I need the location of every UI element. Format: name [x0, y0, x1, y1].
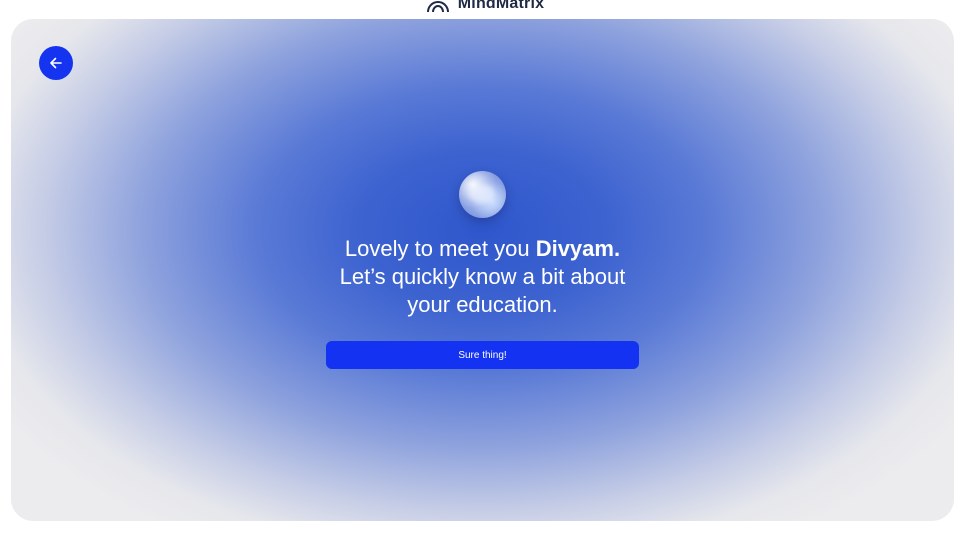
- greeting-message: Lovely to meet you Divyam. Let’s quickly…: [191, 235, 774, 319]
- assistant-orb: [459, 171, 506, 218]
- brand-name: MindMatrix: [457, 0, 545, 12]
- brand-header: MindMatrix: [0, 0, 970, 14]
- arch-logo-icon: [426, 1, 449, 12]
- greeting-line-2: Let’s quickly know a bit about: [339, 264, 626, 289]
- arrow-left-icon: [50, 57, 62, 69]
- user-name-suffix: .: [613, 236, 621, 261]
- greeting-prefix: Lovely to meet you: [344, 236, 536, 261]
- greeting-line-1: Lovely to meet you Divyam.: [191, 235, 774, 263]
- back-button[interactable]: [39, 46, 73, 80]
- user-name: Divyam: [535, 236, 614, 261]
- sure-thing-button[interactable]: Sure thing!: [326, 341, 639, 369]
- greeting-line-3: your education.: [407, 292, 558, 317]
- onboarding-card: Lovely to meet you Divyam. Let’s quickly…: [11, 19, 954, 521]
